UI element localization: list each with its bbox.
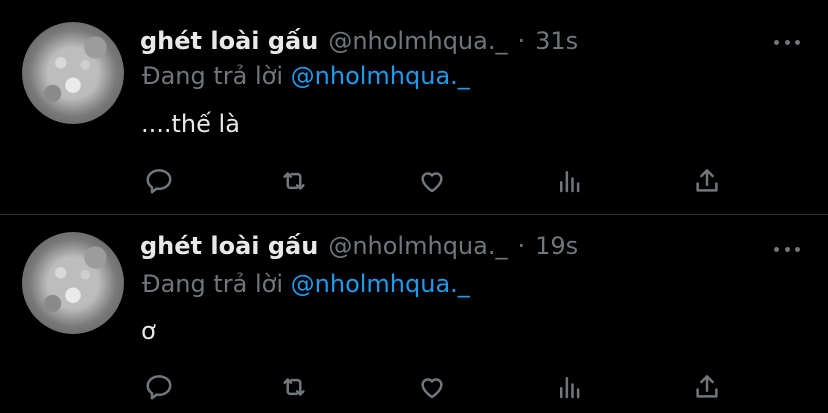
tweet-actions (142, 164, 742, 198)
tweet[interactable]: ghét loài gấu @nholmhqua._ · 31s Đang tr… (0, 0, 828, 215)
display-name[interactable]: ghét loài gấu (140, 232, 318, 260)
retweet-button[interactable] (277, 370, 311, 404)
timestamp[interactable]: 31s (535, 27, 578, 55)
retweet-icon (283, 172, 305, 190)
tweet-header: ghét loài gấu @nholmhqua._ · 31s (140, 27, 578, 61)
timestamp[interactable]: 19s (535, 232, 578, 260)
replying-to-handle[interactable]: @nholmhqua._ (291, 62, 470, 90)
tweet-header: ghét loài gấu @nholmhqua._ · 19s (140, 232, 578, 266)
share-button[interactable] (690, 164, 724, 198)
share-button[interactable] (690, 370, 724, 404)
views-icon (560, 377, 580, 399)
more-icon[interactable] (774, 244, 800, 254)
like-button[interactable] (415, 164, 449, 198)
more-icon[interactable] (774, 37, 800, 47)
avatar[interactable] (22, 232, 124, 334)
user-handle[interactable]: @nholmhqua._ (328, 232, 507, 260)
views-button[interactable] (553, 370, 587, 404)
reply-button[interactable] (142, 164, 176, 198)
reply-icon (146, 169, 172, 194)
replying-to-handle[interactable]: @nholmhqua._ (291, 270, 470, 298)
replying-to-label: Đang trả lời (142, 270, 284, 298)
replying-to: Đang trả lời @nholmhqua._ (142, 270, 470, 298)
tweet-text: ơ (141, 317, 156, 345)
share-icon (696, 169, 718, 192)
separator-dot: · (517, 27, 526, 55)
tweet-actions (142, 370, 742, 404)
tweet[interactable]: ghét loài gấu @nholmhqua._ · 19s Đang tr… (0, 215, 828, 413)
display-name[interactable]: ghét loài gấu (140, 27, 318, 55)
like-icon (421, 172, 443, 193)
replying-to: Đang trả lời @nholmhqua._ (142, 62, 470, 90)
avatar[interactable] (22, 22, 124, 124)
reply-button[interactable] (142, 370, 176, 404)
user-handle[interactable]: @nholmhqua._ (328, 27, 507, 55)
retweet-icon (283, 378, 305, 396)
share-icon (696, 375, 718, 398)
views-button[interactable] (553, 164, 587, 198)
separator-dot: · (517, 232, 526, 260)
retweet-button[interactable] (277, 164, 311, 198)
like-icon (421, 378, 443, 399)
tweet-text: ....thế là (141, 110, 240, 138)
views-icon (560, 171, 580, 193)
like-button[interactable] (415, 370, 449, 404)
replying-to-label: Đang trả lời (142, 62, 284, 90)
reply-icon (146, 375, 172, 400)
